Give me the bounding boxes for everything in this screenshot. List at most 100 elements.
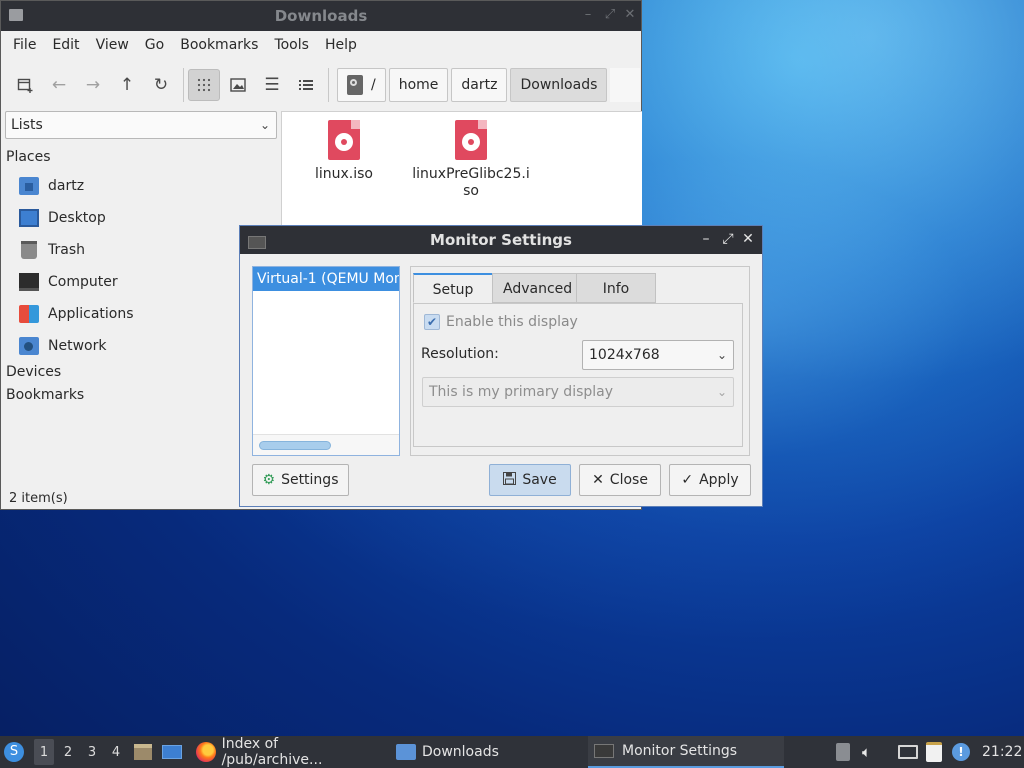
breadcrumb-downloads[interactable]: Downloads	[510, 68, 608, 102]
place-network[interactable]: Network	[19, 334, 106, 358]
icon-view-icon[interactable]	[188, 69, 220, 101]
network-status[interactable]	[898, 736, 922, 768]
bookmarks-heading[interactable]: Bookmarks	[6, 387, 84, 403]
breadcrumb-dartz[interactable]: dartz	[451, 68, 508, 102]
monitor-list-item[interactable]: Virtual-1 (QEMU Monitor)	[253, 267, 399, 291]
resolution-select[interactable]: 1024x768 ⌄	[582, 340, 734, 370]
tab-info[interactable]: Info	[576, 273, 656, 303]
task-label: Monitor Settings	[622, 743, 738, 759]
lxqt-logo-icon: S	[4, 742, 24, 762]
breadcrumb-root[interactable]: /	[337, 68, 386, 102]
file-manager-titlebar[interactable]: Downloads – ⤢ ✕	[1, 1, 641, 31]
primary-display-value: This is my primary display	[429, 384, 614, 400]
workspace-1[interactable]: 1	[34, 739, 54, 765]
menu-go[interactable]: Go	[137, 37, 172, 53]
place-computer[interactable]: Computer	[19, 270, 118, 294]
close-icon[interactable]: ✕	[740, 231, 756, 247]
enable-display-label: Enable this display	[446, 314, 578, 330]
update-alert-icon: !	[952, 743, 970, 761]
clipboard-tray[interactable]	[926, 736, 948, 768]
settings-panel: Setup Advanced Info ✔ Enable this displa…	[410, 266, 750, 456]
side-pane-mode-value: Lists	[11, 117, 43, 133]
reload-icon[interactable]: ↻	[145, 69, 177, 101]
folder-icon	[396, 744, 416, 760]
trash-icon	[21, 241, 37, 259]
menu-help[interactable]: Help	[317, 37, 365, 53]
close-icon[interactable]: ✕	[623, 8, 637, 22]
volume-control[interactable]: 🔈︎	[862, 736, 882, 768]
enable-display-checkbox[interactable]: ✔	[424, 314, 440, 330]
network-folder-icon	[19, 337, 39, 355]
workspace-2[interactable]: 2	[58, 739, 78, 765]
forward-arrow-icon[interactable]: →	[77, 69, 109, 101]
place-label: Computer	[48, 274, 118, 290]
place-applications[interactable]: Applications	[19, 302, 134, 326]
thumbnail-view-icon[interactable]	[222, 69, 254, 101]
show-desktop-button[interactable]	[162, 736, 184, 768]
menu-edit[interactable]: Edit	[44, 37, 87, 53]
places-heading[interactable]: Places	[6, 149, 51, 165]
file-manager-launcher[interactable]	[134, 736, 154, 768]
taskbar: S 1 2 3 4 Index of /pub/archive... Downl…	[0, 736, 1024, 768]
workspace-3[interactable]: 3	[82, 739, 102, 765]
place-trash[interactable]: Trash	[19, 238, 85, 262]
close-icon: ✕	[592, 472, 604, 488]
maximize-icon[interactable]: ⤢	[720, 231, 736, 247]
tab-advanced[interactable]: Advanced	[492, 273, 577, 303]
maximize-icon[interactable]: ⤢	[603, 8, 617, 22]
setup-tab-content: ✔ Enable this display Resolution: 1024x7…	[413, 303, 743, 447]
clipboard-icon	[926, 742, 942, 762]
save-button[interactable]: Save	[489, 464, 571, 496]
task-downloads[interactable]: Downloads	[390, 736, 586, 768]
place-label: Trash	[48, 242, 85, 258]
menu-file[interactable]: File	[5, 37, 44, 53]
menu-tools[interactable]: Tools	[266, 37, 317, 53]
file-item[interactable]: linuxPreGlibc25.iso	[412, 120, 530, 200]
workspace-4[interactable]: 4	[106, 739, 126, 765]
menu-bookmarks[interactable]: Bookmarks	[172, 37, 266, 53]
file-manager-icon	[134, 744, 152, 760]
update-notifier[interactable]: !	[952, 736, 974, 768]
task-monitor-settings[interactable]: Monitor Settings	[588, 736, 784, 768]
toolbar-separator	[183, 68, 184, 102]
place-label: Network	[48, 338, 107, 354]
minimize-icon[interactable]: –	[698, 231, 714, 247]
up-arrow-icon[interactable]: ↑	[111, 69, 143, 101]
dialog-titlebar[interactable]: Monitor Settings – ⤢ ✕	[240, 226, 762, 254]
back-arrow-icon[interactable]: ←	[43, 69, 75, 101]
enable-display-checkbox-row[interactable]: ✔ Enable this display	[424, 314, 578, 330]
desktop-icon	[19, 209, 39, 227]
desktop-icon	[162, 745, 182, 759]
file-view[interactable]: linux.iso linuxPreGlibc25.iso	[281, 111, 642, 232]
place-label: dartz	[48, 178, 85, 194]
file-item[interactable]: linux.iso	[284, 120, 404, 183]
dialog-title: Monitor Settings	[430, 231, 572, 249]
task-firefox[interactable]: Index of /pub/archive...	[190, 736, 386, 768]
detailed-list-icon[interactable]	[290, 69, 322, 101]
close-button[interactable]: ✕ Close	[579, 464, 661, 496]
horizontal-scrollbar[interactable]	[253, 434, 399, 455]
settings-button[interactable]: ⚙ Settings	[252, 464, 349, 496]
minimize-icon[interactable]: –	[581, 8, 595, 22]
clock[interactable]: 21:22	[982, 736, 1022, 768]
tray-menu[interactable]	[836, 736, 852, 768]
devices-heading[interactable]: Devices	[6, 364, 61, 380]
monitor-settings-dialog: Monitor Settings – ⤢ ✕ Virtual-1 (QEMU M…	[239, 225, 763, 507]
apply-button[interactable]: ✓ Apply	[669, 464, 751, 496]
compact-view-icon[interactable]: ☰	[256, 69, 288, 101]
monitor-list[interactable]: Virtual-1 (QEMU Monitor)	[252, 266, 400, 456]
breadcrumb-root-label: /	[371, 77, 376, 93]
primary-display-select[interactable]: This is my primary display ⌄	[422, 377, 734, 407]
new-tab-icon[interactable]	[9, 69, 41, 101]
firefox-icon	[196, 742, 216, 762]
place-desktop[interactable]: Desktop	[19, 206, 106, 230]
tab-setup[interactable]: Setup	[413, 273, 493, 303]
scrollbar-thumb[interactable]	[259, 441, 331, 450]
menu-view[interactable]: View	[88, 37, 137, 53]
window-title: Downloads	[274, 7, 368, 25]
start-menu-button[interactable]: S	[4, 736, 28, 768]
network-icon	[898, 745, 918, 759]
breadcrumb-home[interactable]: home	[388, 68, 449, 102]
side-pane-mode-select[interactable]: Lists ⌄	[5, 111, 277, 139]
place-home[interactable]: dartz	[19, 174, 84, 198]
